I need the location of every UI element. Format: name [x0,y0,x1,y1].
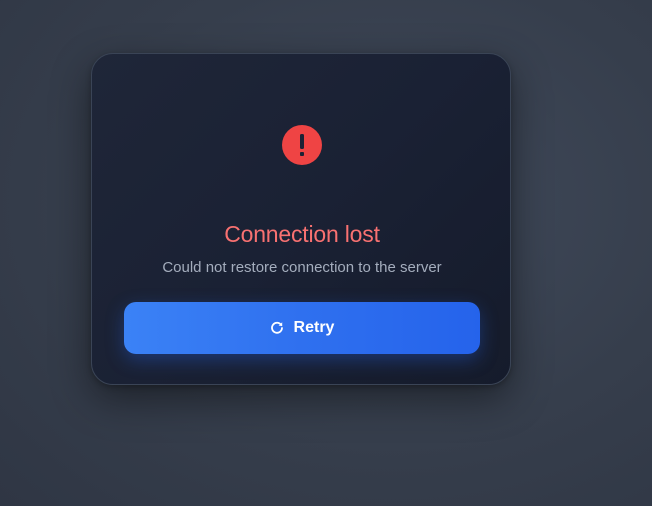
refresh-icon [270,321,284,335]
retry-button-label: Retry [293,319,335,336]
dialog-title: Connection lost [224,221,380,247]
retry-button[interactable]: Retry [124,302,480,354]
connection-lost-dialog: Connection lost Could not restore connec… [91,53,511,385]
dialog-message: Could not restore connection to the serv… [162,259,442,276]
alert-circle-icon [282,125,322,165]
